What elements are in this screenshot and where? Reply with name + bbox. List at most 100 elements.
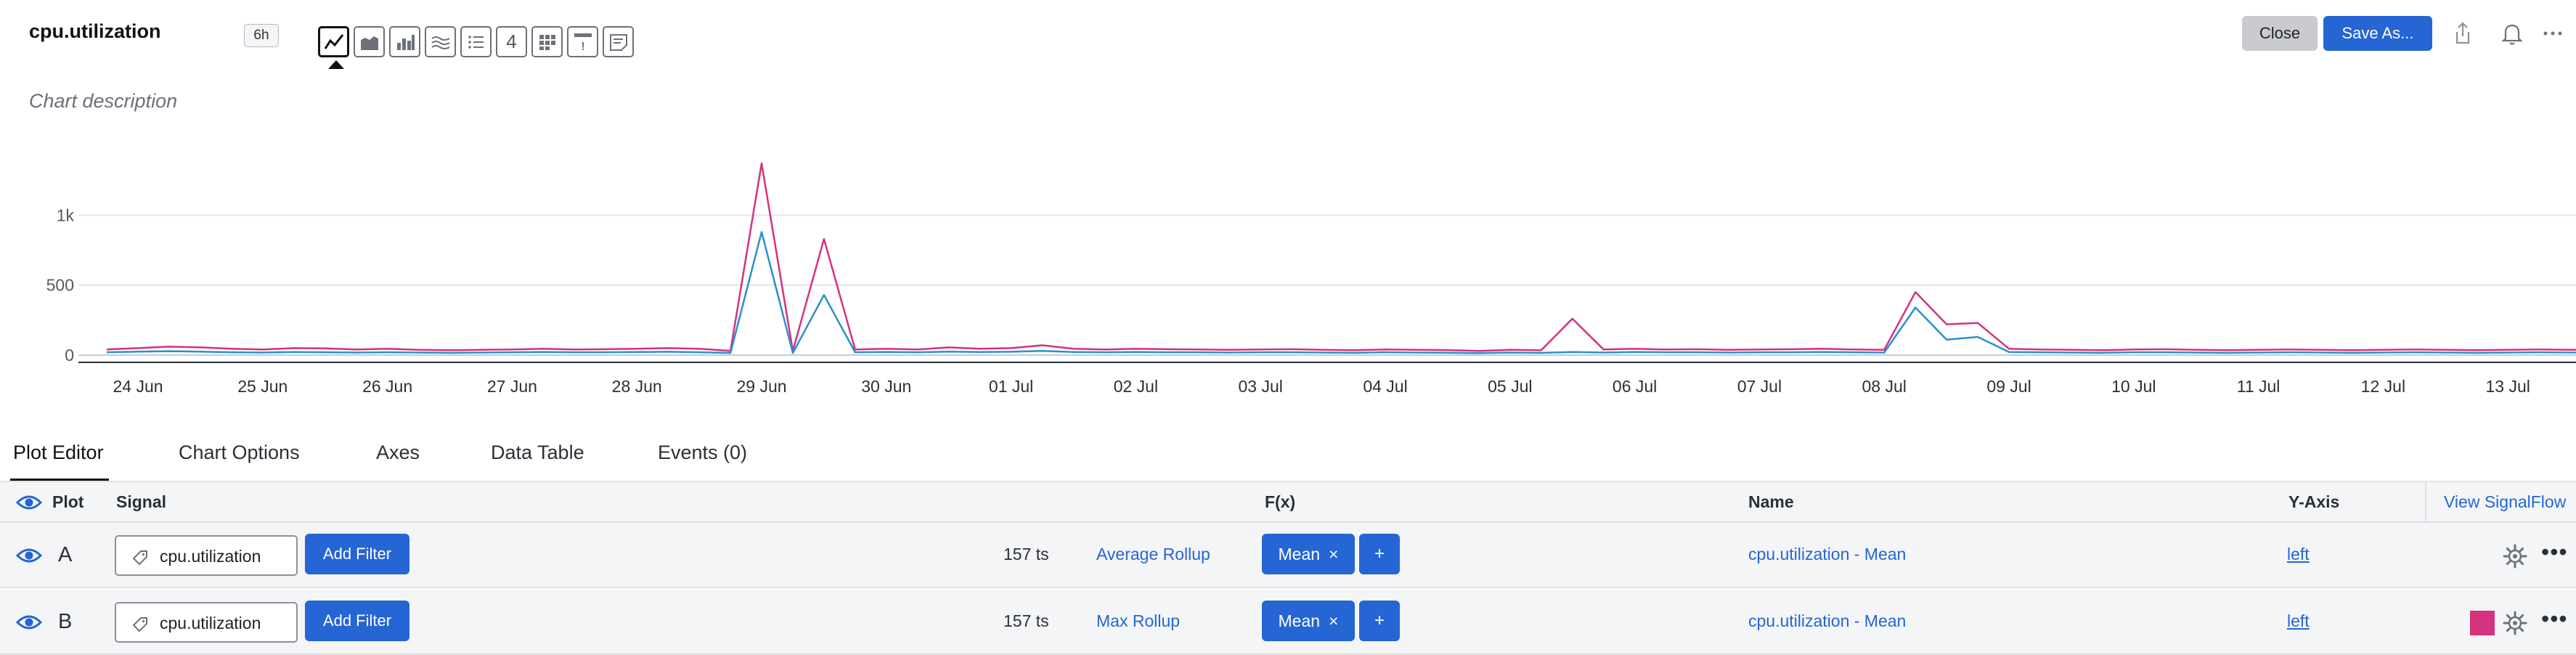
heatmap-icon — [539, 34, 555, 50]
y-tick-label: 500 — [46, 276, 74, 295]
timeseries-count: 157 ts — [1003, 545, 1049, 564]
signal-input[interactable]: cpu.utilization — [115, 535, 298, 576]
y-axis-select[interactable]: left — [2287, 545, 2310, 564]
add-function-button[interactable]: + — [1359, 534, 1400, 574]
x-tick-label: 05 Jul — [1488, 377, 1532, 396]
column-chart-button[interactable] — [389, 26, 420, 57]
function-pill[interactable]: Mean × — [1262, 601, 1355, 641]
plot-letter: A — [58, 543, 73, 566]
plot-name[interactable]: cpu.utilization - Mean — [1748, 611, 1906, 631]
series-line-a[interactable] — [107, 231, 2576, 354]
tab-axes[interactable]: Axes — [376, 442, 420, 474]
gear-icon[interactable] — [2502, 610, 2528, 636]
line-chart-button[interactable] — [318, 26, 349, 57]
x-tick-label: 28 Jun — [612, 377, 662, 396]
plot-name[interactable]: cpu.utilization - Mean — [1748, 545, 1906, 564]
plot-row-b: B cpu.utilization Add Filter 157 ts Max … — [0, 590, 2576, 655]
signal-name: cpu.utilization — [160, 547, 261, 566]
x-tick-label: 07 Jul — [1737, 377, 1782, 396]
x-tick-label: 26 Jun — [362, 377, 412, 396]
chart-description[interactable]: Chart description — [29, 90, 177, 113]
single-value-button[interactable]: 4 — [496, 26, 527, 57]
column-chart-icon — [396, 34, 415, 50]
area-chart-icon — [360, 36, 378, 50]
more-icon[interactable] — [2538, 19, 2567, 48]
event-feed-glyph: ! — [581, 41, 584, 53]
x-tick-label: 11 Jul — [2237, 377, 2281, 396]
x-tick-label: 12 Jul — [2361, 377, 2405, 396]
y-axis-select[interactable]: left — [2287, 611, 2310, 631]
visualization-type-picker: 4 ! — [318, 26, 634, 57]
x-tick-label: 13 Jul — [2486, 377, 2530, 396]
list-button[interactable] — [460, 26, 492, 57]
signal-input[interactable]: cpu.utilization — [115, 602, 298, 643]
add-filter-button[interactable]: Add Filter — [305, 534, 409, 574]
time-range-badge[interactable]: 6h — [244, 24, 279, 47]
view-signalflow-link[interactable]: View SignalFlow — [2444, 492, 2566, 512]
x-tick-label: 25 Jun — [237, 377, 288, 396]
heatmap-button[interactable] — [531, 26, 563, 57]
x-tick-label: 02 Jul — [1114, 377, 1158, 396]
event-feed-icon: ! — [574, 33, 592, 53]
line-chart-icon — [324, 33, 343, 49]
x-tick-label: 27 Jun — [487, 377, 537, 396]
x-tick-label: 08 Jul — [1862, 377, 1907, 396]
tab-events[interactable]: Events (0) — [658, 442, 747, 474]
x-tick-label: 30 Jun — [861, 377, 911, 396]
tab-plot-editor[interactable]: Plot Editor — [13, 442, 104, 474]
tag-icon — [132, 550, 147, 566]
chart-canvas: 0 500 1k 24 Jun 25 Jun 26 Jun 27 Jun 28 Jun 29 J… — [46, 162, 2576, 396]
header-divider — [2425, 482, 2426, 523]
header-plot: Plot — [52, 492, 84, 511]
share-icon[interactable] — [2448, 19, 2477, 48]
eye-icon[interactable] — [16, 545, 42, 566]
active-viz-indicator — [328, 60, 344, 69]
eye-icon[interactable] — [16, 492, 42, 513]
add-function-button[interactable]: + — [1359, 601, 1400, 641]
header-y-axis: Y-Axis — [2288, 492, 2340, 511]
header-signal: Signal — [116, 492, 167, 511]
y-tick-label: 0 — [65, 346, 74, 365]
x-tick-label: 03 Jul — [1239, 377, 1283, 396]
editor-tabs: Plot Editor Chart Options Axes Data Tabl… — [0, 436, 2576, 481]
list-icon — [468, 35, 484, 49]
save-as-button[interactable]: Save As... — [2323, 16, 2432, 51]
single-value-icon: 4 — [506, 30, 517, 52]
eye-icon[interactable] — [16, 611, 42, 633]
chart-title[interactable]: cpu.utilization — [29, 20, 161, 43]
remove-function-icon[interactable]: × — [1329, 545, 1338, 564]
plot-table-header: Plot Signal F(x) Name Y-Axis View Signal… — [0, 482, 2576, 523]
timeseries-count: 157 ts — [1003, 611, 1049, 630]
y-tick-label: 1k — [57, 206, 75, 224]
header-fx: F(x) — [1265, 492, 1296, 511]
bell-icon[interactable] — [2498, 19, 2527, 48]
function-label: Mean — [1278, 611, 1321, 630]
tab-chart-options[interactable]: Chart Options — [179, 442, 300, 474]
x-tick-label: 24 Jun — [113, 377, 163, 396]
x-tick-label: 29 Jun — [736, 377, 786, 396]
plot-letter: B — [58, 610, 73, 633]
time-series-chart[interactable]: 0 500 1k 24 Jun 25 Jun 26 Jun 27 Jun 28 Jun 29 J… — [0, 138, 2576, 407]
rollup-link[interactable]: Max Rollup — [1096, 611, 1180, 631]
header-name: Name — [1748, 492, 1794, 511]
row-more-menu[interactable]: ••• — [2541, 606, 2568, 632]
x-tick-label: 04 Jul — [1363, 377, 1407, 396]
gear-icon[interactable] — [2502, 543, 2528, 569]
x-tick-label: 06 Jul — [1613, 377, 1657, 396]
function-label: Mean — [1278, 544, 1321, 564]
event-feed-button[interactable]: ! — [567, 26, 598, 57]
text-note-button[interactable] — [603, 26, 634, 57]
function-pill[interactable]: Mean × — [1262, 534, 1355, 574]
add-filter-button[interactable]: Add Filter — [305, 601, 409, 641]
signal-name: cpu.utilization — [160, 614, 261, 632]
plot-color-swatch[interactable] — [2470, 611, 2495, 635]
area-chart-button[interactable] — [354, 26, 385, 57]
tab-data-table[interactable]: Data Table — [491, 442, 584, 474]
row-more-menu[interactable]: ••• — [2541, 539, 2568, 566]
close-button[interactable]: Close — [2242, 16, 2318, 51]
histogram-button[interactable] — [425, 26, 456, 57]
series-line-b[interactable] — [107, 162, 2576, 352]
rollup-link[interactable]: Average Rollup — [1096, 545, 1210, 564]
remove-function-icon[interactable]: × — [1329, 611, 1338, 631]
x-tick-label: 09 Jul — [1986, 377, 2031, 396]
